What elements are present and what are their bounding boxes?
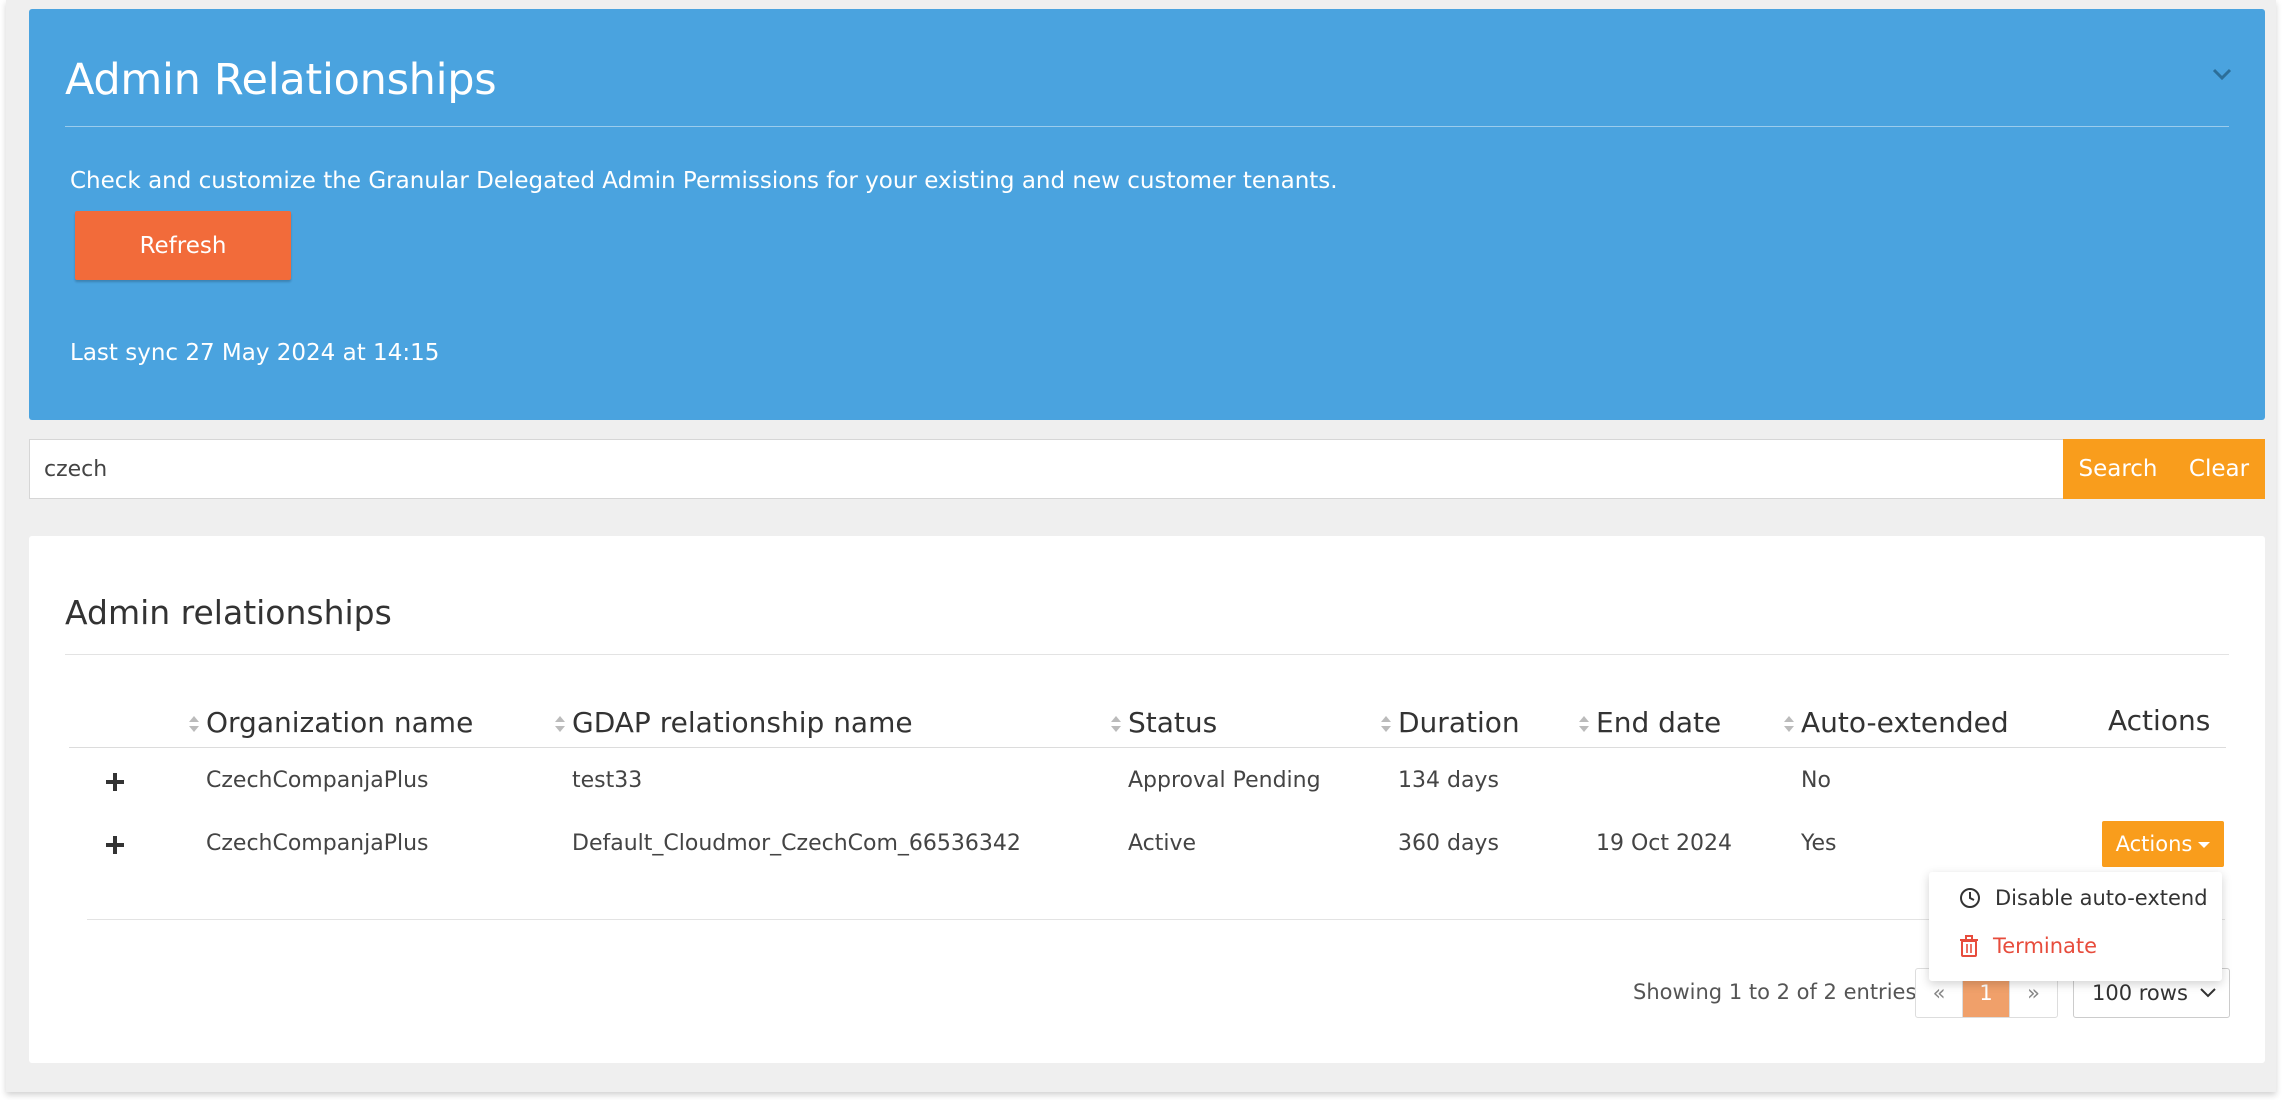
caret-down-icon — [2198, 842, 2211, 848]
table-title: Admin relationships — [65, 593, 392, 632]
cell-auto-extended: No — [1801, 768, 1831, 793]
column-header-status[interactable]: Status — [1110, 706, 1217, 739]
collapse-chevron-icon[interactable] — [2207, 59, 2237, 89]
cell-organization-name: CzechCompanjaPlus — [206, 768, 429, 793]
cell-organization-name: CzechCompanjaPlus — [206, 831, 429, 856]
column-header-organization-name[interactable]: Organization name — [188, 706, 473, 739]
cell-end-date: 19 Oct 2024 — [1596, 831, 1733, 856]
header-divider — [65, 126, 2229, 127]
search-bar: Search Clear — [29, 439, 2265, 499]
header-description: Check and customize the Granular Delegat… — [70, 168, 1338, 194]
column-header-actions: Actions — [2108, 704, 2211, 737]
actions-dropdown-menu: Disable auto-extend Terminate — [1929, 872, 2222, 981]
menu-item-terminate[interactable]: Terminate — [1959, 934, 2097, 958]
admin-relationships-panel: Admin relationships Organization name GD… — [29, 536, 2265, 1063]
cell-duration: 134 days — [1398, 768, 1499, 793]
clear-button[interactable]: Clear — [2173, 439, 2265, 499]
refresh-button[interactable]: Refresh — [75, 211, 291, 280]
sort-icon — [1111, 716, 1121, 732]
chevron-down-icon — [2200, 988, 2216, 998]
app-frame: Admin Relationships Check and customize … — [6, 0, 2276, 1092]
expand-row-plus-icon[interactable] — [104, 834, 126, 856]
trash-icon — [1960, 935, 1978, 957]
expand-row-plus-icon[interactable] — [104, 771, 126, 793]
entries-info: Showing 1 to 2 of 2 entries — [1633, 980, 1917, 1004]
row-actions-button[interactable]: Actions — [2102, 821, 2224, 867]
sort-icon — [555, 716, 565, 732]
cell-status: Active — [1128, 831, 1197, 856]
cell-gdap-relationship-name: test33 — [572, 768, 643, 793]
sort-icon — [189, 716, 199, 732]
cell-status: Approval Pending — [1128, 768, 1321, 793]
menu-item-disable-auto-extend[interactable]: Disable auto-extend — [1959, 886, 2208, 910]
table-header-divider — [69, 747, 2226, 748]
cell-gdap-relationship-name: Default_Cloudmor_CzechCom_66536342 — [572, 831, 1021, 856]
cell-duration: 360 days — [1398, 831, 1499, 856]
column-header-auto-extended[interactable]: Auto-extended — [1783, 706, 2009, 739]
cell-auto-extended: Yes — [1801, 831, 1837, 856]
table-footer-divider — [87, 919, 2225, 920]
column-header-duration[interactable]: Duration — [1380, 706, 1520, 739]
header-panel: Admin Relationships Check and customize … — [29, 9, 2265, 420]
column-header-end-date[interactable]: End date — [1578, 706, 1721, 739]
page-title: Admin Relationships — [65, 55, 497, 105]
panel-divider — [65, 654, 2229, 655]
search-button[interactable]: Search — [2063, 439, 2173, 499]
sort-icon — [1784, 716, 1794, 732]
last-sync-text: Last sync 27 May 2024 at 14:15 — [70, 340, 440, 366]
sort-icon — [1381, 716, 1391, 732]
sort-icon — [1579, 716, 1589, 732]
clock-icon — [1960, 888, 1980, 908]
column-header-gdap-relationship-name[interactable]: GDAP relationship name — [554, 706, 913, 739]
search-input[interactable] — [29, 439, 2063, 499]
